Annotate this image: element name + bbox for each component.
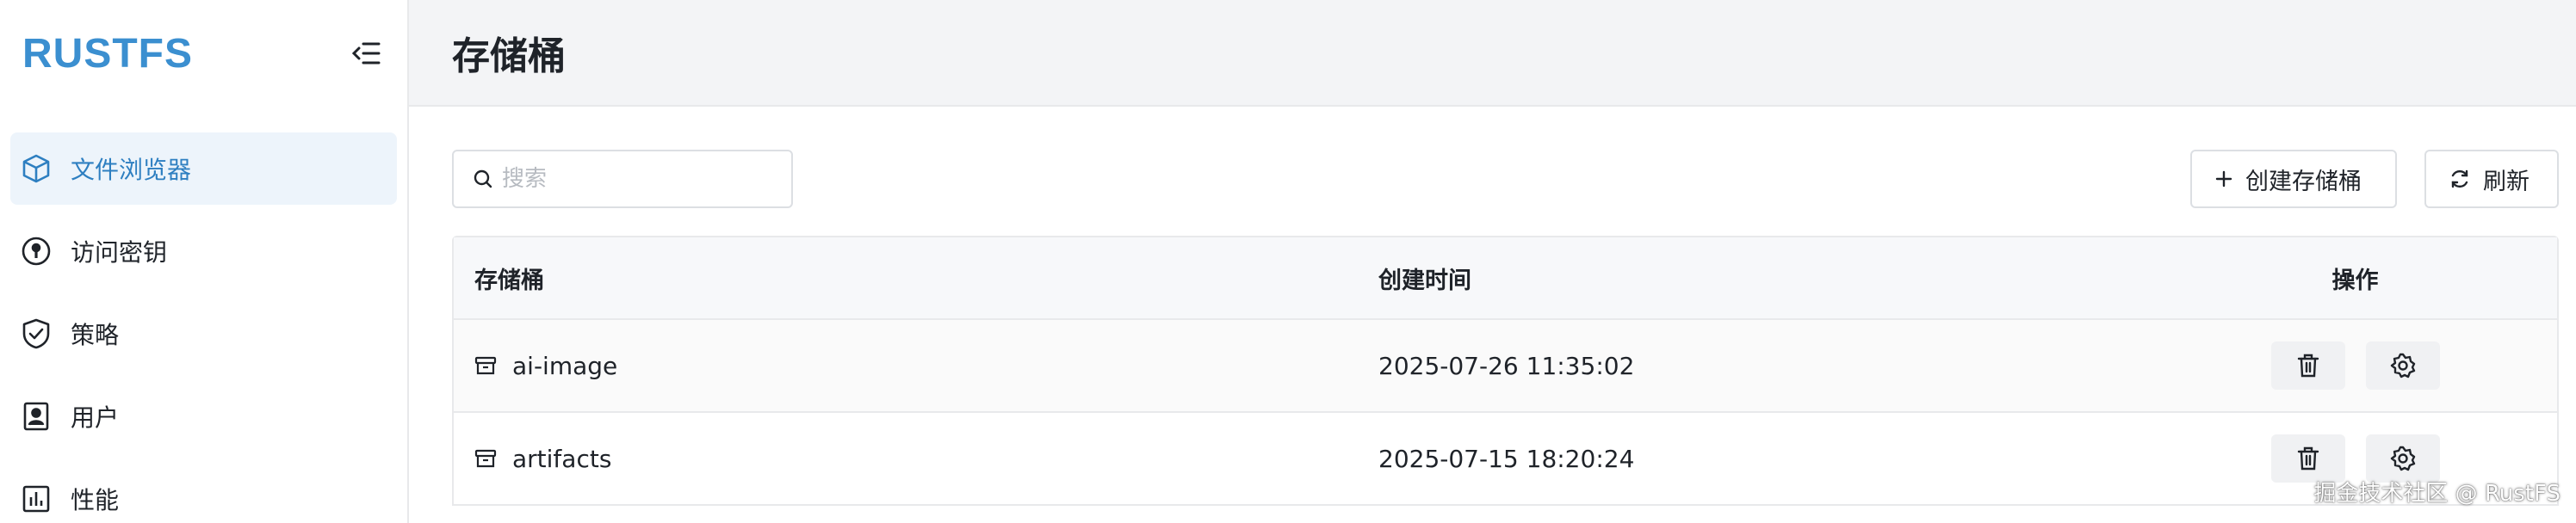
app-logo: RUSTFS [22, 30, 193, 77]
bucket-name-cell: artifacts [454, 445, 1378, 473]
search-box [452, 150, 793, 208]
user-card-icon [19, 399, 53, 434]
create-bucket-label: 创建存储桶 [2245, 168, 2362, 195]
gear-icon [2390, 353, 2415, 378]
refresh-button[interactable]: 刷新 [2424, 150, 2559, 208]
sidebar-item-file-browser[interactable]: 文件浏览器 [10, 132, 397, 205]
gear-icon [2390, 446, 2415, 471]
sidebar-nav: 文件浏览器 访问密钥 策略 用户 性能 [0, 107, 407, 523]
refresh-icon [2451, 169, 2468, 188]
column-header-bucket: 存储桶 [474, 267, 544, 294]
search-input[interactable] [502, 166, 777, 192]
trash-icon [2297, 354, 2319, 378]
created-time-cell: 2025-07-15 18:20:24 [1378, 444, 1635, 473]
main-content: 存储桶 创建存储桶 [409, 0, 2576, 523]
shield-check-icon [19, 317, 53, 351]
sidebar-item-label: 文件浏览器 [71, 156, 192, 184]
bucket-table: 存储桶 创建时间 操作 ai-image 2025-07-26 11:35:02 [452, 236, 2559, 506]
sidebar-item-label: 性能 [71, 486, 120, 514]
toolbar-actions: 创建存储桶 刷新 [2190, 150, 2559, 208]
table-row[interactable]: artifacts 2025-07-15 18:20:24 [454, 413, 2557, 506]
page-title: 存储桶 [452, 34, 566, 78]
table-header: 存储桶 创建时间 操作 [454, 237, 2557, 320]
key-icon [19, 234, 53, 268]
search-icon [474, 169, 492, 188]
collapse-menu-icon [351, 42, 381, 65]
bucket-name-cell: ai-image [454, 352, 1378, 380]
trash-icon [2297, 446, 2319, 471]
bar-chart-icon [19, 482, 53, 516]
bucket-icon [474, 449, 497, 468]
actions-cell [2153, 341, 2557, 390]
delete-bucket-button[interactable] [2270, 341, 2345, 390]
sidebar-item-performance[interactable]: 性能 [10, 463, 397, 523]
sidebar-item-users[interactable]: 用户 [10, 380, 397, 452]
created-time-cell: 2025-07-26 11:35:02 [1378, 351, 1635, 380]
sidebar-item-label: 访问密钥 [71, 238, 168, 267]
bucket-settings-button[interactable] [2365, 341, 2440, 390]
sidebar: RUSTFS 文件浏览器 访问密钥 策略 用户 性能 [0, 0, 409, 523]
table-row[interactable]: ai-image 2025-07-26 11:35:02 [454, 320, 2557, 413]
column-header-actions: 操作 [2331, 267, 2379, 294]
sidebar-item-policies[interactable]: 策略 [10, 298, 397, 370]
brand-bar: RUSTFS [0, 0, 407, 107]
table-body: ai-image 2025-07-26 11:35:02 artifacts 2… [454, 320, 2557, 506]
sidebar-item-label: 策略 [71, 321, 120, 349]
column-header-created: 创建时间 [1378, 267, 1471, 294]
cube-icon [19, 151, 53, 186]
bucket-name[interactable]: ai-image [512, 352, 617, 380]
toolbar: 创建存储桶 刷新 [452, 150, 2559, 208]
app-window: RUSTFS 文件浏览器 访问密钥 策略 用户 性能 存储桶 搜索 创建存储桶 … [0, 0, 2576, 523]
sidebar-item-label: 用户 [71, 403, 120, 432]
plus-icon [2215, 170, 2232, 188]
page-header: 存储桶 [409, 0, 2576, 107]
bucket-icon [474, 356, 497, 375]
sidebar-item-access-keys[interactable]: 访问密钥 [10, 215, 397, 287]
create-bucket-button[interactable]: 创建存储桶 [2190, 150, 2397, 208]
collapse-sidebar-button[interactable] [350, 38, 381, 69]
bucket-name[interactable]: artifacts [512, 445, 611, 473]
watermark-text: 掘金技术社区 @ RustFS [2313, 481, 2561, 507]
refresh-label: 刷新 [2483, 168, 2530, 195]
